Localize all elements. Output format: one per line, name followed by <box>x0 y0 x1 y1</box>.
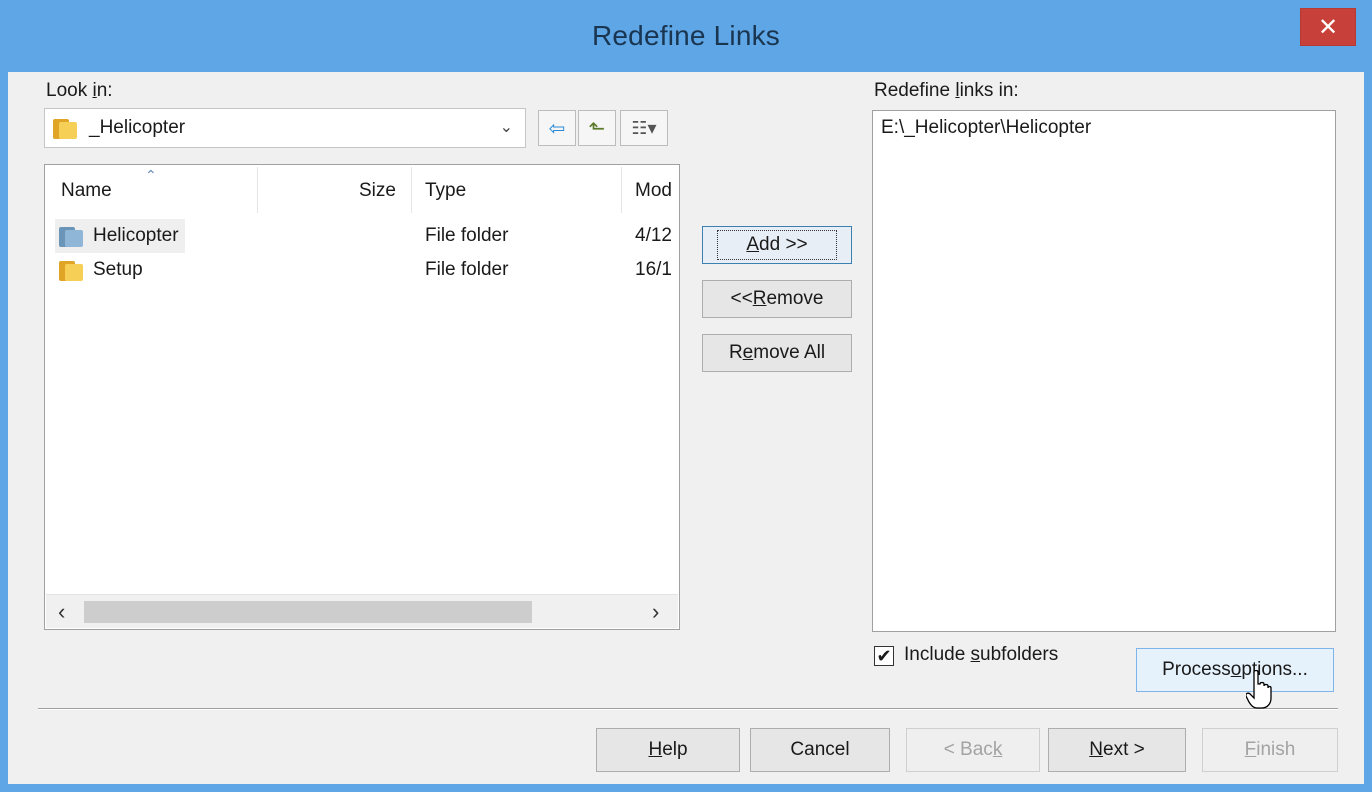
column-divider[interactable] <box>411 167 412 213</box>
add-text: dd >> <box>759 234 808 255</box>
add-button-label: Add >> <box>717 230 837 260</box>
column-header-type-label: Type <box>425 180 467 201</box>
cancel-text: Cancel <box>790 739 850 760</box>
dialog-client-area: Look in: _Helicopter ⌄ ⇦ ⬑ ☷▾ Name ⌃ Siz… <box>8 72 1364 784</box>
next-button[interactable]: Next > <box>1048 728 1186 772</box>
footer-divider <box>38 708 1338 710</box>
folder-icon <box>53 117 79 139</box>
column-divider[interactable] <box>621 167 622 213</box>
file-row-setup[interactable]: Setup File folder 16/1 <box>55 253 672 287</box>
column-header-size[interactable]: Size <box>359 165 396 217</box>
process-options-text: Process <box>1162 659 1231 680</box>
column-header-name-label: Name <box>61 180 112 201</box>
include-subfolders-text: Include <box>904 644 971 665</box>
file-row-helicopter[interactable]: Helicopter File folder 4/12 <box>55 219 672 253</box>
back-accel: k <box>992 739 1003 760</box>
look-in-label-text: Look <box>46 80 93 101</box>
help-button[interactable]: Help <box>596 728 740 772</box>
column-header-modified-label: Mod <box>635 180 672 201</box>
finish-text: inish <box>1256 739 1296 760</box>
redefine-links-label: Redefine links in: <box>874 80 1019 102</box>
back-button[interactable]: < Bac k <box>906 728 1040 772</box>
back-arrow-icon: ⇦ <box>548 117 566 140</box>
process-options-button[interactable]: Process o ptions... <box>1136 648 1334 692</box>
process-options-accel: o <box>1230 659 1242 680</box>
include-subfolders-text-end: ubfolders <box>980 644 1059 665</box>
checkmark-icon: ✔ <box>876 646 892 666</box>
include-subfolders-label[interactable]: Include subfolders <box>904 644 1058 666</box>
title-bar[interactable]: Redefine Links ✕ <box>8 0 1364 72</box>
view-menu-button[interactable]: ☷▾ <box>620 110 668 146</box>
file-name-cell: Setup <box>55 253 149 287</box>
up-folder-icon: ⬑ <box>588 117 606 140</box>
file-modified: 4/12 <box>635 225 672 246</box>
add-button[interactable]: Add >> <box>702 226 852 264</box>
scrollbar-thumb[interactable] <box>84 601 532 623</box>
file-name: Setup <box>93 259 143 280</box>
scroll-right-icon[interactable]: › <box>652 599 659 625</box>
column-header-name[interactable]: Name <box>61 165 112 217</box>
look-in-dropdown[interactable]: _Helicopter ⌄ <box>44 108 526 148</box>
column-header-size-label: Size <box>359 180 396 201</box>
column-header-type[interactable]: Type <box>425 165 466 217</box>
look-in-label-text-end: n: <box>96 80 113 101</box>
horizontal-scrollbar[interactable]: ‹ › <box>46 594 678 628</box>
back-folder-button[interactable]: ⇦ <box>538 110 576 146</box>
remove-accel: R <box>752 288 767 309</box>
up-folder-button[interactable]: ⬑ <box>578 110 616 146</box>
remove-button[interactable]: << Remove <box>702 280 852 318</box>
file-type: File folder <box>425 225 509 246</box>
file-modified: 16/1 <box>635 259 672 280</box>
scroll-left-icon[interactable]: ‹ <box>58 599 65 625</box>
redefine-label-text: Redefine <box>874 80 956 101</box>
include-subfolders-checkbox[interactable]: ✔ <box>874 646 894 666</box>
redefine-links-list[interactable]: E:\_Helicopter\Helicopter <box>872 110 1336 632</box>
help-text: elp <box>662 739 688 760</box>
hand-cursor-icon <box>1246 670 1272 709</box>
back-text: < Bac <box>943 739 993 760</box>
look-in-value: _Helicopter <box>89 117 186 138</box>
redefine-links-dialog: Redefine Links ✕ Look in: _Helicopter ⌄ … <box>0 0 1372 792</box>
column-header-modified[interactable]: Mod <box>635 165 672 217</box>
remove-all-accel: e <box>742 342 754 363</box>
chevron-down-icon: ⌄ <box>499 119 513 136</box>
finish-button[interactable]: Finish <box>1202 728 1338 772</box>
include-subfolders-accel: s <box>970 644 981 665</box>
file-name: Helicopter <box>93 225 179 246</box>
column-divider[interactable] <box>257 167 258 213</box>
remove-text: emove <box>766 288 824 309</box>
close-button[interactable]: ✕ <box>1300 8 1356 46</box>
file-name-cell: Helicopter <box>55 219 185 253</box>
remove-all-text-pre: R <box>728 342 743 363</box>
look-in-label: Look in: <box>46 80 113 102</box>
file-type: File folder <box>425 259 509 280</box>
finish-accel: F <box>1244 739 1257 760</box>
folder-icon <box>59 259 85 281</box>
next-accel: N <box>1089 739 1103 760</box>
remove-all-text: move All <box>753 342 826 363</box>
close-icon: ✕ <box>1317 13 1339 41</box>
remove-all-button[interactable]: Re move All <box>702 334 852 372</box>
add-accel: A <box>746 234 760 255</box>
sort-ascending-icon: ⌃ <box>145 167 157 183</box>
file-list[interactable]: Name ⌃ Size Type Mod Helicopter File fol… <box>44 164 680 630</box>
redefine-list-item[interactable]: E:\_Helicopter\Helicopter <box>881 117 1327 139</box>
remove-text-pre: << <box>730 288 753 309</box>
redefine-label-text-end: inks in: <box>959 80 1019 101</box>
next-text: ext > <box>1103 739 1145 760</box>
window-title: Redefine Links <box>591 20 781 51</box>
cancel-button[interactable]: Cancel <box>750 728 890 772</box>
help-accel: H <box>648 739 663 760</box>
view-menu-icon: ☷▾ <box>631 117 657 138</box>
folder-icon <box>59 225 85 247</box>
